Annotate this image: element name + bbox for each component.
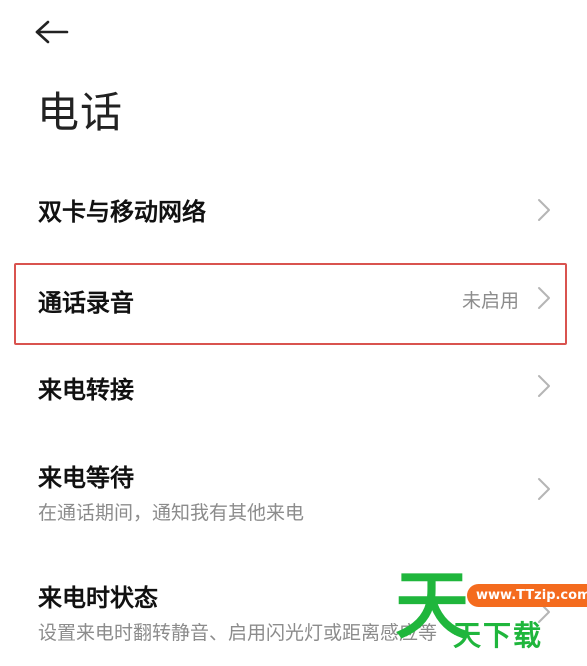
page-title: 电话 — [37, 88, 124, 137]
chevron-right-icon — [538, 478, 550, 500]
settings-item-call-forwarding[interactable]: 来电转接 — [0, 350, 587, 426]
watermark-text: 天下载 — [453, 619, 544, 652]
arrow-left-icon — [35, 20, 69, 44]
settings-item-call-recording[interactable]: 通话录音 未启用 — [0, 264, 587, 344]
settings-item-value: 未启用 — [461, 290, 519, 312]
settings-item-label: 来电时状态 — [38, 584, 158, 612]
chevron-right-icon — [538, 287, 550, 309]
settings-item-label: 双卡与移动网络 — [38, 198, 206, 226]
settings-item-dual-sim[interactable]: 双卡与移动网络 — [0, 172, 587, 248]
settings-item-label: 通话录音 — [38, 289, 134, 317]
settings-item-subtitle: 在通话期间，通知我有其他来电 — [38, 502, 305, 524]
watermark-url-badge: www.TTzip.com — [467, 584, 587, 607]
chevron-right-icon — [538, 375, 550, 397]
watermark-logo: 天 www.TTzip.com 天下载 — [395, 566, 587, 652]
settings-item-label: 来电转接 — [38, 376, 134, 404]
settings-item-label: 来电等待 — [38, 464, 134, 492]
settings-item-subtitle: 设置来电时翻转静音、启用闪光灯或距离感应等 — [38, 622, 438, 644]
back-button[interactable] — [34, 14, 82, 50]
chevron-right-icon — [538, 199, 550, 221]
settings-item-call-waiting[interactable]: 来电等待 在通话期间，通知我有其他来电 — [0, 440, 587, 532]
